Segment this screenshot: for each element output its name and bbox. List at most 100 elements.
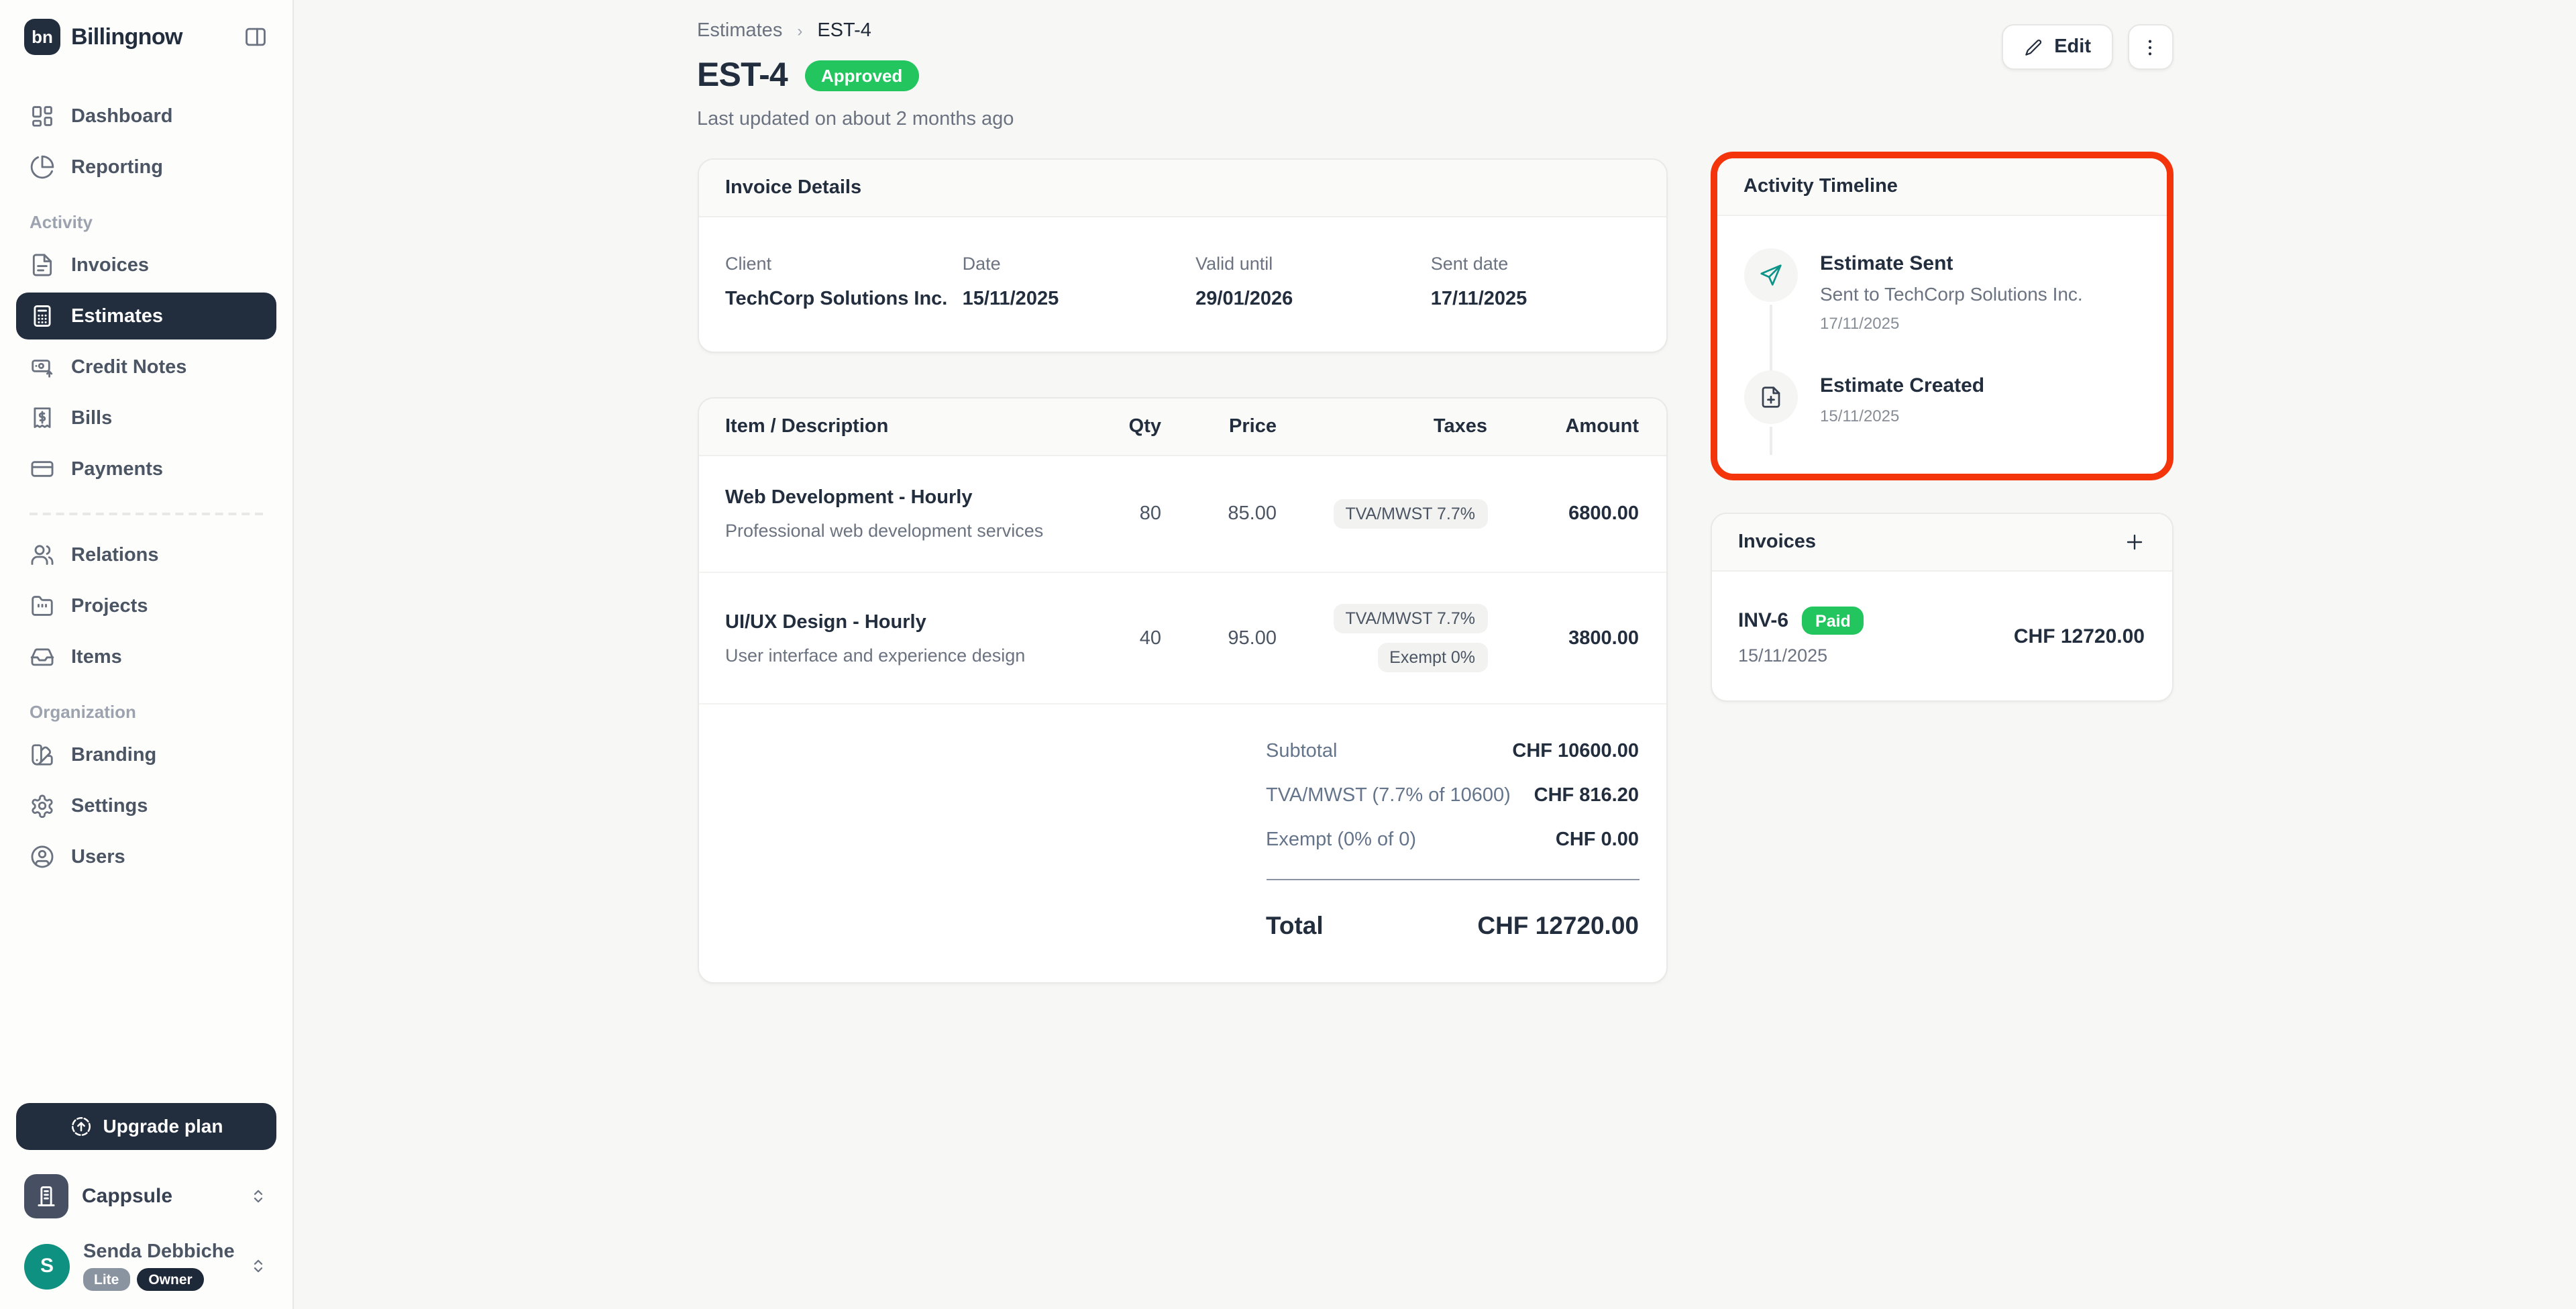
qty-cell: 80 (1139, 503, 1161, 525)
pencil-icon (2025, 39, 2042, 55)
sidebar-nav: Dashboard Reporting Activity Invoices Es… (16, 93, 276, 884)
grand-total-row: Total CHF 12720.00 (1266, 911, 1639, 941)
chevrons-up-down-icon (248, 1186, 268, 1206)
sidebar-item-users[interactable]: Users (16, 833, 276, 880)
totals-section: Subtotal CHF 10600.00 TVA/MWST (7.7% of … (698, 704, 1666, 982)
sidebar-item-estimates[interactable]: Estimates (16, 293, 276, 339)
invoice-date: 15/11/2025 (1738, 645, 1828, 666)
invoice-list-item[interactable]: INV-6 Paid 15/11/2025 CHF 12720.00 (1711, 572, 2171, 700)
timeline-event-title: Estimate Sent (1820, 252, 1953, 275)
invoice-amount: CHF 12720.00 (2013, 625, 2145, 647)
item-name: UI/UX Design - Hourly (725, 611, 926, 633)
invoice-details-header: Invoice Details (698, 160, 1666, 217)
title-row: EST-4 Approved (697, 56, 2173, 95)
subtotal-row: Subtotal CHF 10600.00 (1266, 741, 1639, 762)
sidebar-item-payments[interactable]: Payments (16, 446, 276, 492)
edit-button[interactable]: Edit (2002, 24, 2112, 70)
col-header-amount: Amount (1565, 416, 1639, 437)
timeline-event-sent: Estimate Sent Sent to TechCorp Solutions… (1743, 248, 2139, 376)
sidebar-item-dashboard[interactable]: Dashboard (16, 93, 276, 140)
sidebar-item-branding[interactable]: Branding (16, 731, 276, 778)
building-icon (38, 1186, 55, 1206)
sidebar-item-label: Branding (71, 744, 157, 766)
grand-total-value: CHF 12720.00 (1477, 911, 1639, 939)
logo-row: bn Billingnow (16, 19, 276, 55)
totals-divider (1266, 879, 1639, 880)
page-title: EST-4 (697, 56, 788, 94)
field-value: 29/01/2026 (1195, 289, 1293, 310)
card-title: Activity Timeline (1743, 176, 1898, 197)
activity-timeline-card: Activity Timeline Estimate Sent Sent to … (1717, 158, 2166, 474)
more-actions-button[interactable] (2127, 24, 2173, 70)
user-circle-icon (31, 845, 54, 868)
item-description: User interface and experience design (725, 645, 1026, 665)
sidebar-item-label: Estimates (71, 305, 164, 327)
sidebar-item-label: Settings (71, 795, 148, 817)
plus-icon (2126, 534, 2142, 550)
sidebar-item-label: Projects (71, 595, 148, 617)
file-plus-icon (1761, 386, 1780, 408)
status-badge: Approved (804, 60, 919, 91)
send-icon (1760, 264, 1781, 286)
total-label: Exempt (0% of 0) (1266, 829, 1417, 851)
upgrade-plan-label: Upgrade plan (103, 1115, 223, 1137)
timeline-body: Estimate Sent Sent to TechCorp Solutions… (1717, 216, 2166, 474)
detail-field-client: Client TechCorp Solutions Inc. (725, 254, 963, 310)
tax-badge: TVA/MWST 7.7% (1333, 499, 1487, 529)
total-label: Subtotal (1266, 741, 1338, 762)
timeline-event-content: Estimate Sent Sent to TechCorp Solutions… (1820, 248, 2083, 333)
totals-block: Subtotal CHF 10600.00 TVA/MWST (7.7% of … (1266, 741, 1639, 941)
chevrons-up-down-icon (248, 1257, 268, 1277)
tax-badge: Exempt 0% (1377, 643, 1487, 672)
sidebar-collapse-button[interactable] (243, 24, 268, 50)
timeline-node (1743, 370, 1797, 424)
sidebar-item-relations[interactable]: Relations (16, 531, 276, 578)
workspace-switcher[interactable]: Cappsule (16, 1163, 276, 1218)
sidebar-item-bills[interactable]: Bills (16, 395, 276, 441)
last-updated-text: Last updated on about 2 months ago (697, 109, 1014, 130)
upgrade-icon (71, 1116, 91, 1136)
card-title: Invoices (1738, 531, 1817, 553)
sidebar-item-label: Invoices (71, 254, 150, 276)
invoice-number-link[interactable]: INV-6 (1738, 609, 1788, 632)
line-items-card: Item / Description Qty Price Taxes Amoun… (697, 397, 1667, 984)
invoice-details-body: Client TechCorp Solutions Inc. Date 15/1… (698, 217, 1666, 352)
field-value: TechCorp Solutions Inc. (725, 289, 948, 310)
sidebar-section-activity: Activity (30, 212, 93, 232)
kebab-menu-icon (2148, 39, 2152, 55)
breadcrumb-estimates-link[interactable]: Estimates (697, 20, 782, 42)
sidebar-item-credit-notes[interactable]: Credit Notes (16, 344, 276, 390)
breadcrumb: Estimates › EST-4 (697, 20, 2173, 42)
item-name: Web Development - Hourly (725, 487, 973, 509)
workspace-name: Cappsule (82, 1184, 173, 1207)
tax-badge: TVA/MWST 7.7% (1333, 604, 1487, 633)
grand-total-label: Total (1266, 911, 1324, 939)
sidebar-item-label: Users (71, 846, 125, 868)
timeline-event-content: Estimate Created 15/11/2025 (1820, 370, 1984, 425)
add-invoice-button[interactable] (2123, 531, 2145, 553)
invoices-panel: Invoices INV-6 Paid 15/11/2025 CHF 12720… (1710, 513, 2173, 702)
sidebar-item-reporting[interactable]: Reporting (16, 144, 276, 191)
total-label: TVA/MWST (7.7% of 10600) (1266, 785, 1511, 806)
credit-card-icon (31, 461, 54, 477)
invoices-panel-header: Invoices (1711, 514, 2171, 572)
sidebar-item-items[interactable]: Items (16, 633, 276, 680)
table-header: Item / Description Qty Price Taxes Amoun… (698, 399, 1666, 456)
pie-chart-icon (30, 155, 54, 179)
field-label: Client (725, 254, 772, 274)
avatar-initial: S (40, 1255, 54, 1278)
panel-collapse-icon (246, 28, 266, 46)
user-badges: Lite Owner (83, 1268, 235, 1291)
sidebar-item-settings[interactable]: Settings (16, 782, 276, 829)
user-menu[interactable]: S Senda Debbiche Lite Owner (16, 1231, 276, 1291)
sidebar-item-invoices[interactable]: Invoices (16, 242, 276, 289)
timeline-node (1743, 248, 1797, 302)
sidebar-item-label: Reporting (71, 156, 163, 178)
qty-cell: 40 (1139, 627, 1161, 649)
breadcrumb-current: EST-4 (817, 20, 871, 42)
role-badge: Owner (136, 1268, 205, 1291)
taxes-cell: TVA/MWST 7.7% (1277, 499, 1487, 529)
sidebar-item-projects[interactable]: Projects (16, 582, 276, 629)
upgrade-plan-button[interactable]: Upgrade plan (16, 1102, 276, 1149)
activity-timeline-header: Activity Timeline (1717, 158, 2166, 216)
